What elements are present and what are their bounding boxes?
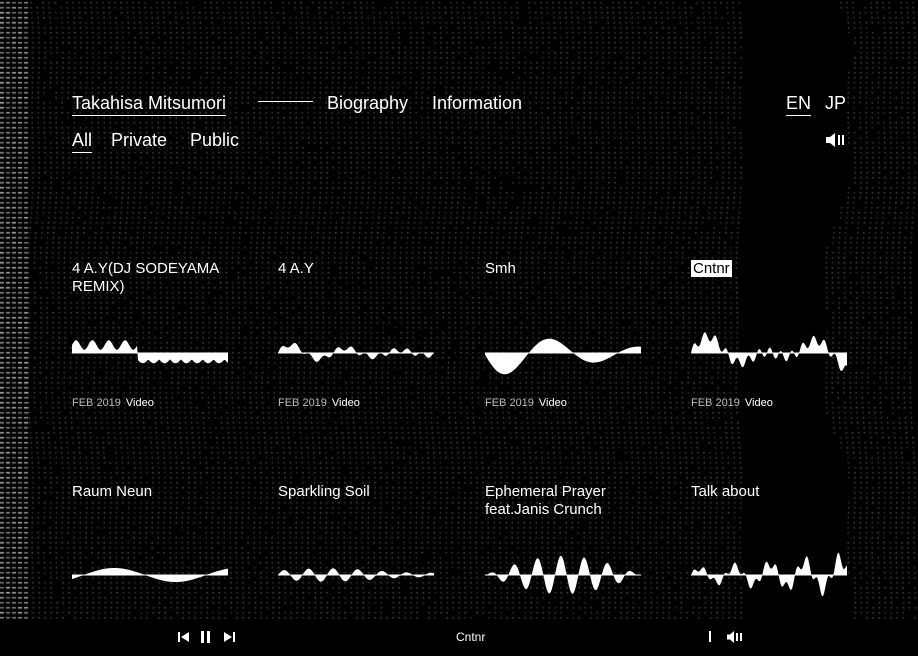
nav-biography[interactable]: Biography — [327, 92, 408, 114]
lang-en[interactable]: EN — [786, 92, 812, 116]
title-divider — [258, 101, 313, 102]
pause-icon[interactable] — [201, 631, 211, 643]
speaker-icon[interactable] — [826, 133, 848, 147]
waveform[interactable] — [485, 318, 641, 388]
waveform[interactable] — [72, 540, 228, 610]
lang-jp[interactable]: JP — [825, 92, 846, 114]
filter-public[interactable]: Public — [190, 129, 239, 151]
waveform-shape — [278, 343, 434, 362]
track-title[interactable]: Raum Neun — [72, 483, 242, 501]
track-meta: FEB 2019 Video — [72, 397, 154, 409]
track-title[interactable]: Ephemeral Prayer feat.Janis Crunch — [485, 483, 655, 519]
track-meta: FEB 2019 Video — [485, 397, 567, 409]
waveform-shape — [691, 552, 847, 597]
track-title[interactable]: 4 A.Y(DJ SODEYAMA REMIX) — [72, 260, 242, 296]
now-playing-title: Cntnr — [456, 630, 486, 644]
filter-all[interactable]: All — [72, 129, 93, 153]
player-bar: Cntnr — [0, 620, 918, 656]
speaker-icon[interactable] — [727, 631, 743, 643]
track-title[interactable]: Sparkling Soil — [278, 483, 448, 501]
waveform[interactable] — [485, 540, 641, 610]
waveform-shape — [691, 332, 847, 371]
site-title-link[interactable]: Takahisa Mitsumori — [72, 92, 227, 116]
waveform[interactable] — [278, 318, 434, 388]
nav-information[interactable]: Information — [432, 92, 522, 114]
waveform[interactable] — [278, 540, 434, 610]
waveform-shape — [72, 340, 228, 364]
track-title[interactable]: Smh — [485, 260, 655, 278]
skip-previous-icon[interactable] — [178, 632, 189, 642]
skip-next-icon[interactable] — [224, 632, 235, 642]
waveform[interactable] — [72, 318, 228, 388]
track-title-active[interactable]: Cntnr — [691, 260, 861, 278]
waveform[interactable] — [691, 540, 847, 610]
waveform[interactable] — [691, 318, 847, 388]
track-meta: FEB 2019 Video — [278, 397, 360, 409]
track-title[interactable]: Talk about — [691, 483, 861, 501]
progress-handle[interactable] — [709, 631, 711, 642]
track-title[interactable]: 4 A.Y — [278, 260, 448, 278]
waveform-shape — [485, 338, 641, 375]
track-meta: FEB 2019 Video — [691, 397, 773, 409]
filter-private[interactable]: Private — [111, 129, 167, 151]
